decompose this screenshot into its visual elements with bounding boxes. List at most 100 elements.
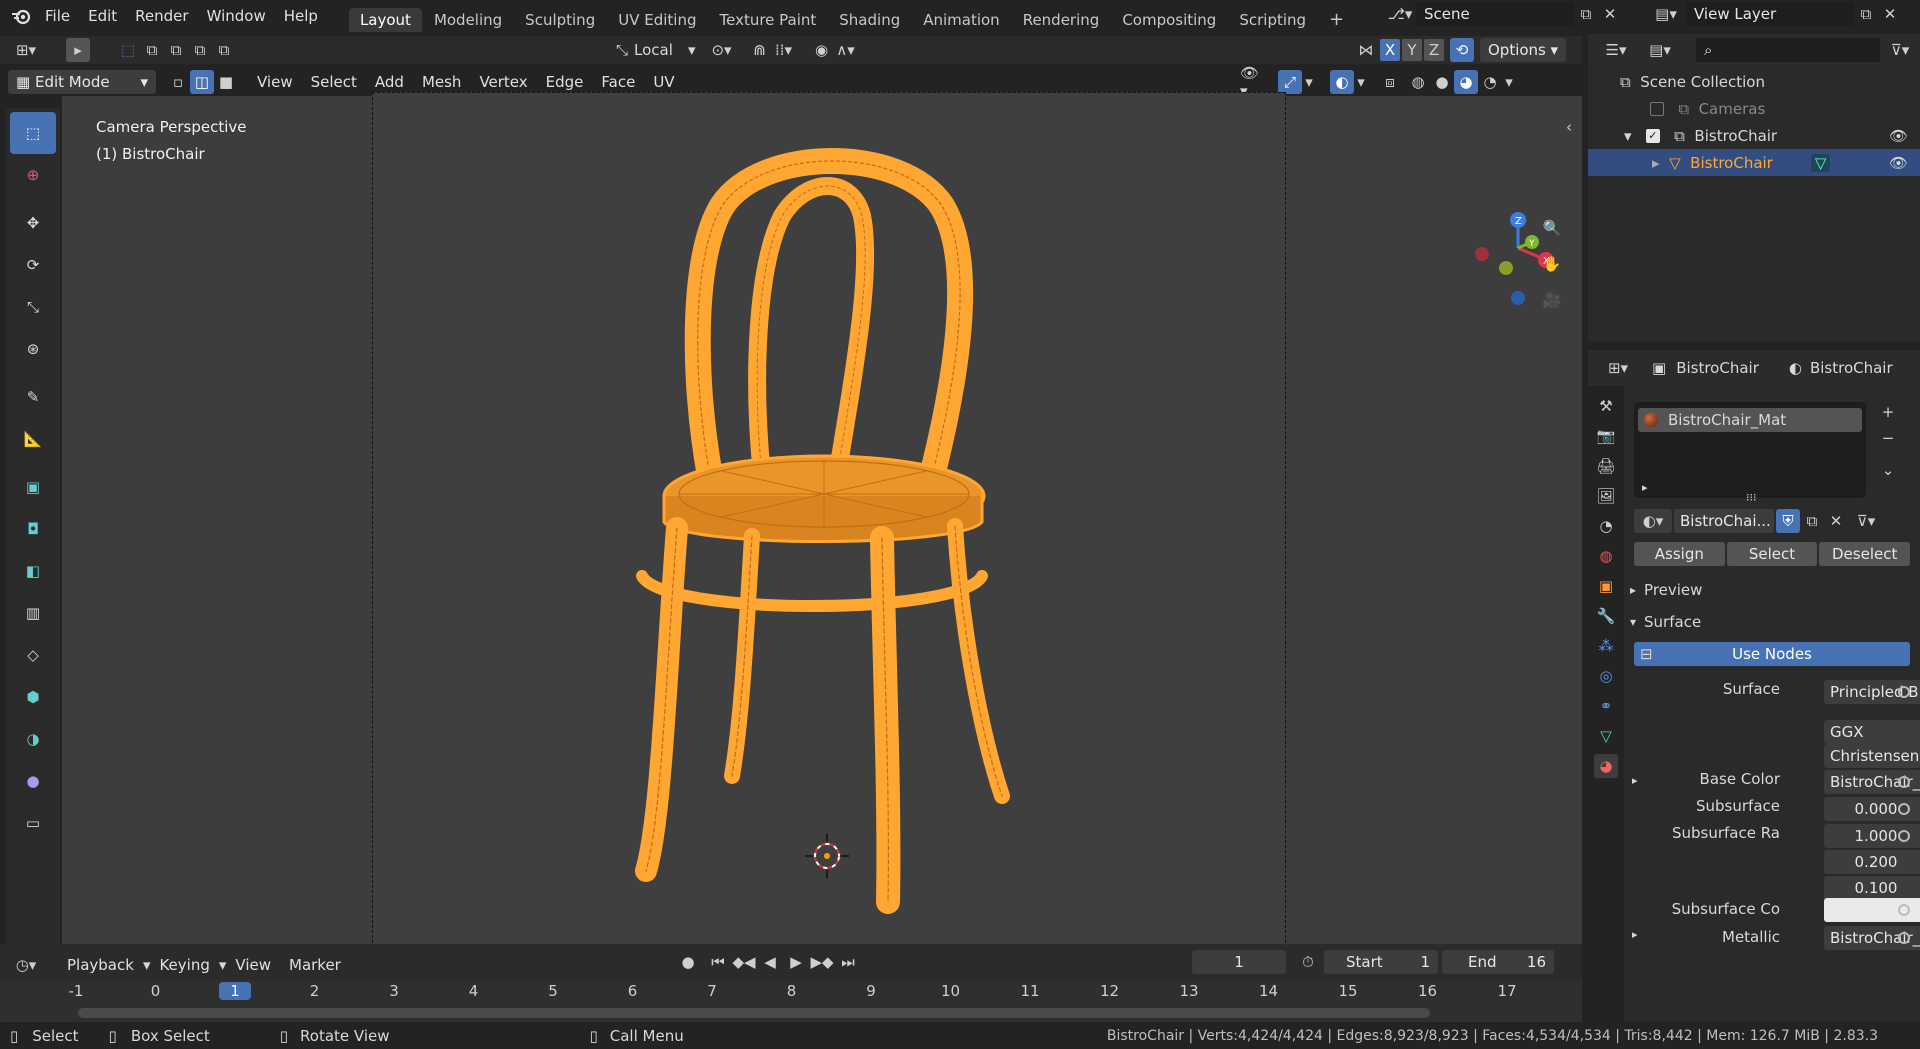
bevel-tool-icon[interactable]: ◧ (10, 550, 56, 592)
tab-modeling[interactable]: Modeling (423, 8, 513, 32)
snap-target-icon[interactable]: ⁞⁞▾ (772, 38, 796, 62)
rendered-shading-icon[interactable]: ◔ (1478, 70, 1502, 94)
unlink-material-icon[interactable]: ✕ (1824, 509, 1848, 533)
active-tool-icon[interactable]: ▸ (66, 38, 90, 62)
particles-tab-icon[interactable]: ⁂ (1594, 634, 1618, 658)
surface-panel-header[interactable]: ▾ Surface (1630, 608, 1920, 636)
options-dropdown[interactable]: Options ▾ (1480, 38, 1566, 62)
play-icon[interactable]: ▶ (784, 950, 808, 974)
play-reverse-icon[interactable]: ◀ (758, 950, 782, 974)
subsurface-method-dropdown[interactable]: Christensen-B... (1824, 744, 1920, 768)
scale-tool-icon[interactable]: ⤡ (10, 286, 56, 328)
socket-icon[interactable] (1898, 686, 1910, 698)
material-slot[interactable]: BistroChair_Mat (1638, 408, 1862, 432)
camera-view-icon[interactable]: 🎥 (1540, 288, 1564, 312)
pivot-icon[interactable]: ⊙▾ (710, 38, 734, 62)
display-mode-icon[interactable]: ▤▾ (1638, 41, 1682, 59)
next-keyframe-icon[interactable]: ▶◆ (810, 950, 834, 974)
select-mode-intersect-icon[interactable]: ⧉ (212, 38, 236, 62)
select-button[interactable]: Select (1726, 542, 1818, 566)
visibility-icon[interactable]: 👁▾ (1240, 64, 1264, 100)
expand-arrow-icon[interactable]: ▸ (1652, 154, 1660, 172)
measure-tool-icon[interactable]: 📐 (10, 418, 56, 460)
timeline-area[interactable]: -1 0 1 2 3 4 5 6 7 8 9 10 11 12 13 14 15 16 17 (0, 980, 1582, 1022)
resize-grip-icon[interactable]: ⁝⁝⁝ (1746, 491, 1757, 504)
extrude-tool-icon[interactable]: ▣ (10, 466, 56, 508)
material-filter-icon[interactable]: ⊽▾ (1848, 512, 1884, 530)
mode-dropdown[interactable]: ▦ Edit Mode ▾ (8, 70, 156, 94)
editor-type-icon[interactable]: ⊞▾ (1598, 359, 1638, 377)
remove-slot-icon[interactable]: − (1876, 426, 1900, 450)
pan-hand-icon[interactable]: ✋ (1540, 252, 1564, 276)
smooth-tool-icon[interactable]: ● (10, 760, 56, 802)
expand-arrow-icon[interactable]: ▸ (1642, 481, 1648, 494)
tab-texture-paint[interactable]: Texture Paint (708, 8, 827, 32)
eye-icon[interactable]: 👁 (1889, 127, 1908, 145)
scene-field[interactable]: Scene (1416, 2, 1574, 26)
tree-row-cameras[interactable]: ⧉ Cameras (1588, 95, 1920, 122)
checkbox-icon[interactable] (1650, 101, 1664, 116)
falloff-icon[interactable]: ∧▾ (834, 38, 858, 62)
tab-animation[interactable]: Animation (912, 8, 1010, 32)
shear-tool-icon[interactable]: ▭ (10, 802, 56, 844)
orientation-dropdown[interactable]: ⤡ Local ▾ (616, 41, 696, 59)
tab-layout[interactable]: Layout (348, 8, 422, 32)
menu-edit[interactable]: Edit (79, 3, 126, 29)
mesh-data-icon[interactable]: ▽ (1810, 153, 1831, 172)
tab-rendering[interactable]: Rendering (1012, 8, 1111, 32)
rotate-tool-icon[interactable]: ⟳ (10, 244, 56, 286)
scene-tab-icon[interactable]: ◔ (1594, 514, 1618, 538)
render-tab-icon[interactable]: 📷 (1594, 424, 1618, 448)
tab-scripting[interactable]: Scripting (1228, 8, 1317, 32)
object-tab-icon[interactable]: ▣ (1594, 574, 1618, 598)
menu-help[interactable]: Help (275, 3, 327, 29)
loop-cut-tool-icon[interactable]: ▥ (10, 592, 56, 634)
tree-row-bistrochair-collection[interactable]: ▾ ✓ ⧉ BistroChair 👁 (1588, 122, 1920, 149)
output-tab-icon[interactable]: 🖨 (1594, 454, 1618, 478)
checkbox-icon[interactable]: ✓ (1645, 128, 1660, 143)
edge-select-icon[interactable]: ◫ (190, 70, 214, 94)
timeline-menu-keying[interactable]: Keying (150, 952, 218, 978)
modifier-tab-icon[interactable]: 🔧 (1594, 604, 1618, 628)
socket-icon[interactable] (1898, 803, 1910, 815)
socket-icon[interactable] (1898, 904, 1910, 916)
deselect-button[interactable]: Deselect (1819, 542, 1911, 566)
socket-icon[interactable] (1898, 932, 1910, 944)
vertex-select-icon[interactable]: ▫ (166, 70, 190, 94)
expand-arrow-icon[interactable]: ▸ (1632, 774, 1638, 787)
proportional-edit-icon[interactable]: ◉ (810, 38, 834, 62)
select-mode-invert-icon[interactable]: ⧉ (188, 38, 212, 62)
knife-tool-icon[interactable]: ◇ (10, 634, 56, 676)
tab-compositing[interactable]: Compositing (1111, 8, 1227, 32)
face-select-icon[interactable]: ■ (214, 70, 238, 94)
spin-tool-icon[interactable]: ◑ (10, 718, 56, 760)
end-frame-field[interactable]: End 16 (1442, 950, 1554, 974)
chevron-down-icon[interactable]: ▾ (1502, 73, 1516, 91)
tool-tab-icon[interactable]: ⚒ (1594, 394, 1618, 418)
browse-material-icon[interactable]: ◐▾ (1634, 509, 1672, 533)
preview-range-icon[interactable]: ⏱ (1296, 950, 1320, 974)
gizmo-toggle-icon[interactable]: ⤢ (1278, 70, 1302, 94)
timeline-menu-view[interactable]: View (226, 952, 280, 978)
jump-end-icon[interactable]: ⏭ (836, 950, 860, 974)
view-layer-field[interactable]: View Layer (1686, 2, 1854, 26)
editor-type-icon[interactable]: ◷▾ (4, 956, 48, 974)
chevron-down-icon[interactable]: ▾ (1302, 73, 1316, 91)
material-shading-icon[interactable]: ◕ (1454, 70, 1478, 94)
tree-row-bistrochair-object[interactable]: ▸ ▽ BistroChair ▽ 👁 (1588, 149, 1920, 176)
filter-icon[interactable]: ⊽▾ (1888, 38, 1912, 62)
axis-z-toggle[interactable]: Z (1424, 39, 1444, 61)
menu-file[interactable]: File (36, 3, 79, 29)
sidebar-toggle-icon[interactable]: ‹ (1566, 118, 1572, 136)
select-mode-extend-icon[interactable]: ⧉ (140, 38, 164, 62)
cursor-tool-icon[interactable]: ⊕ (10, 154, 56, 196)
duplicate-material-icon[interactable]: ⧉ (1800, 509, 1824, 533)
select-box-tool-icon[interactable]: ⬚ (10, 112, 56, 154)
annotate-tool-icon[interactable]: ✎ (10, 376, 56, 418)
zoom-icon[interactable]: 🔍 (1540, 216, 1564, 240)
inset-tool-icon[interactable]: ◘ (10, 508, 56, 550)
select-mode-subtract-icon[interactable]: ⧉ (164, 38, 188, 62)
blender-logo-icon[interactable] (6, 7, 36, 25)
chevron-down-icon[interactable]: ▾ (1354, 73, 1368, 91)
socket-icon[interactable] (1898, 830, 1910, 842)
